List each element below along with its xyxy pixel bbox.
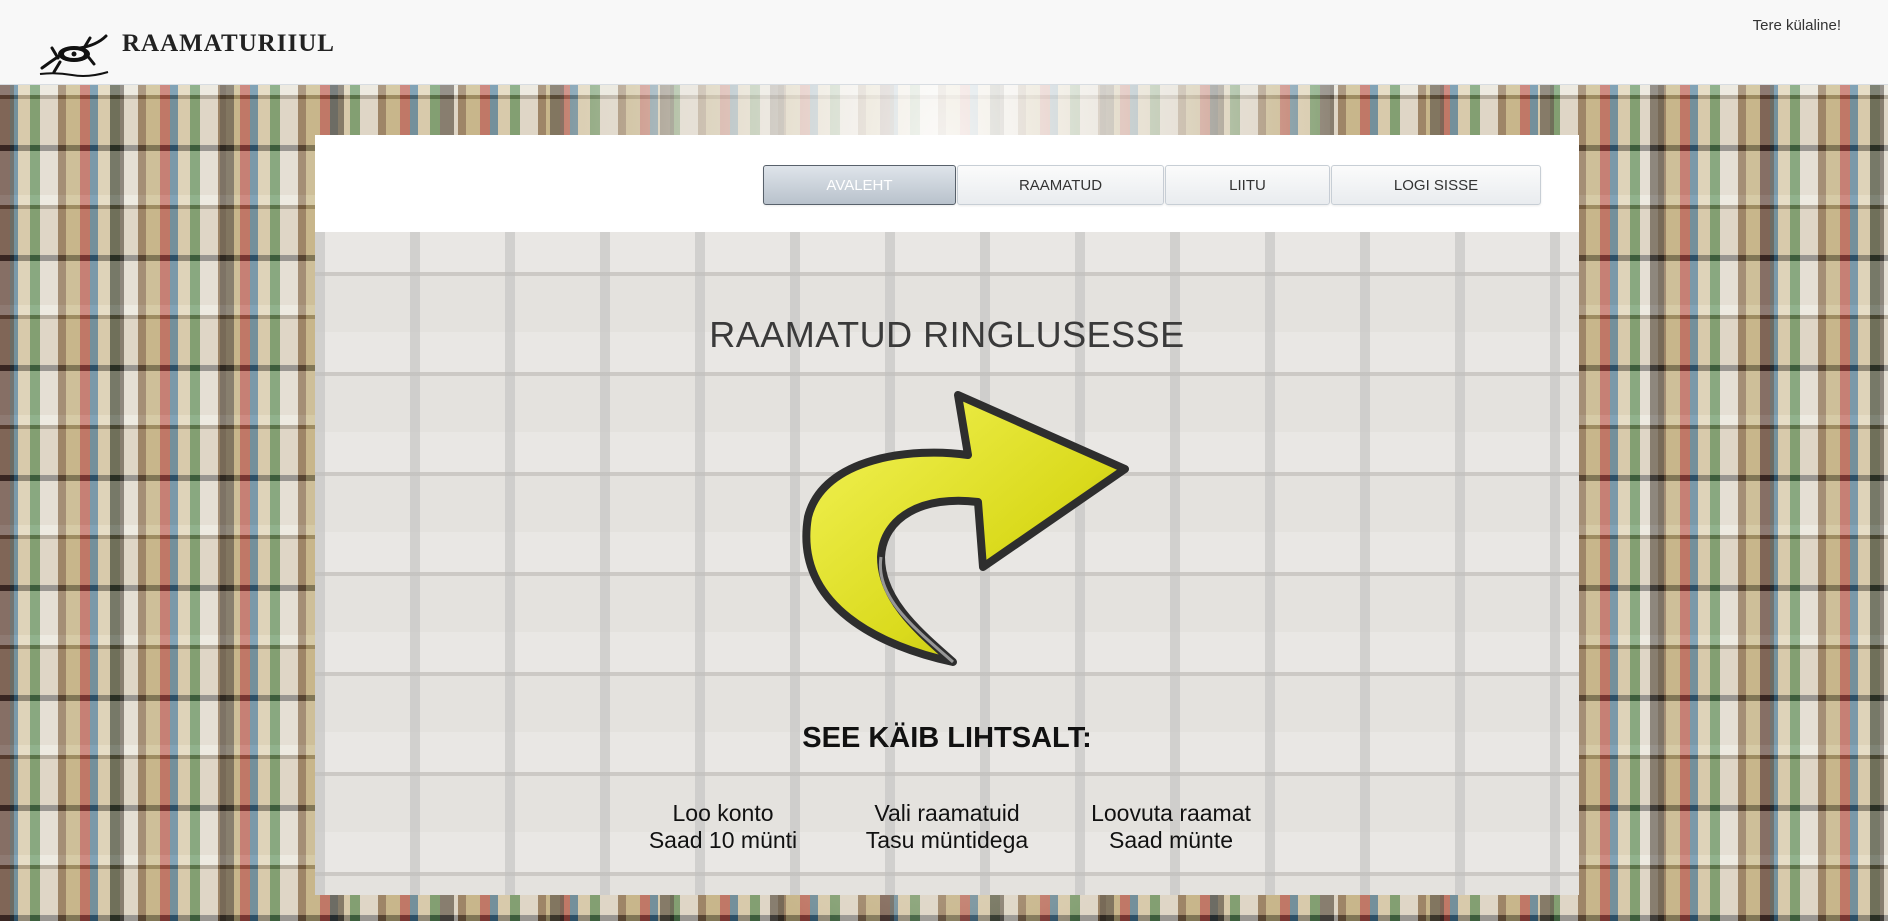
- nav-raamatud[interactable]: RAAMATUD: [957, 165, 1164, 205]
- how-it-works-title: SEE KÄIB LIHTSALT:: [802, 722, 1092, 754]
- step-line: Loovuta raamat: [1091, 800, 1251, 826]
- nav-liitu[interactable]: LIITU: [1165, 165, 1330, 205]
- step-line: Saad münte: [1108, 827, 1234, 853]
- step-line: Saad 10 münti: [648, 827, 798, 853]
- step-create-account: Loo konto Saad 10 münti: [611, 800, 835, 854]
- hero-title: RAAMATUD RINGLUSESSE: [709, 314, 1185, 355]
- nav-logi-sisse[interactable]: LOGI SISSE: [1331, 165, 1541, 205]
- main-card: AVALEHT RAAMATUD LIITU LOGI SISSE RAAMAT…: [315, 135, 1579, 895]
- step-line: Loo konto: [672, 800, 774, 826]
- greeting-text: Tere külaline!: [1752, 17, 1841, 34]
- main-nav: AVALEHT RAAMATUD LIITU LOGI SISSE: [763, 165, 1542, 207]
- nav-avaleht[interactable]: AVALEHT: [763, 165, 956, 205]
- curved-arrow-icon: [802, 391, 1129, 666]
- top-bar: RAAMATURIIUL Tere külaline!: [0, 0, 1888, 85]
- step-give-book: Loovuta raamat Saad münte: [1059, 800, 1283, 854]
- step-line: Tasu müntidega: [865, 827, 1029, 853]
- lizard-logo-icon[interactable]: [36, 28, 112, 80]
- step-choose-books: Vali raamatuid Tasu müntidega: [835, 800, 1059, 854]
- brand-title[interactable]: RAAMATURIIUL: [122, 30, 335, 58]
- steps-list: Loo konto Saad 10 münti Vali raamatuid T…: [315, 800, 1579, 854]
- hero-section: RAAMATUD RINGLUSESSE SEE KÄIB LIHTSALT: …: [315, 232, 1579, 895]
- step-line: Vali raamatuid: [874, 800, 1020, 826]
